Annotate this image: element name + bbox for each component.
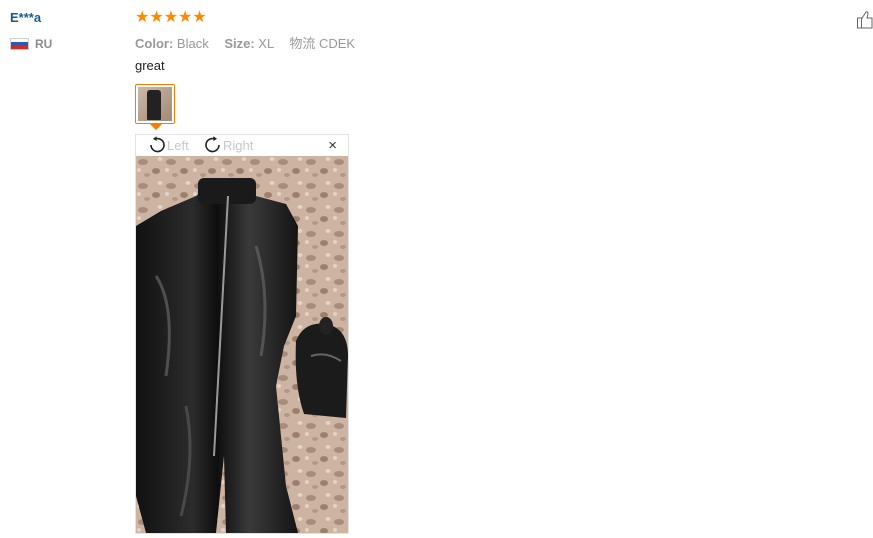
star-icon: ★: [163, 9, 179, 26]
review-photo-thumbnail[interactable]: [135, 84, 175, 124]
rotate-left-label: Left: [167, 137, 189, 153]
reviewer-country: RU: [10, 37, 52, 51]
rotate-right-button[interactable]: Right: [203, 136, 253, 154]
star-icon: ★: [149, 9, 164, 26]
rotate-left-icon: [150, 136, 165, 153]
review-photo-image: [136, 156, 348, 533]
photo-viewer-toolbar: Left Right ×: [136, 135, 348, 156]
star-icon: ★: [135, 9, 150, 26]
order-attributes: Color: Black Size: XL 物流 CDEK: [135, 33, 367, 52]
color-value: Black: [176, 36, 209, 51]
rating-stars: ★ ★ ★ ★ ★: [135, 9, 207, 26]
shipping-value: CDEK: [318, 36, 356, 51]
color-label: Color:: [135, 36, 174, 51]
rotate-right-label: Right: [223, 137, 254, 153]
photo-viewer: Left Right ×: [135, 134, 349, 534]
country-code: RU: [35, 37, 53, 51]
shipping-label: 物流: [289, 36, 316, 51]
like-icon[interactable]: [857, 10, 873, 29]
star-icon: ★: [192, 9, 207, 26]
review-photo: [136, 156, 348, 533]
rotate-right-icon: [205, 136, 220, 153]
rotate-left-button[interactable]: Left: [147, 136, 189, 154]
thumbnail-pointer: [150, 124, 162, 130]
size-label: Size:: [224, 36, 255, 51]
thumbnail-image: [138, 87, 172, 121]
reviewer-name[interactable]: E***a: [10, 10, 41, 25]
star-icon: ★: [178, 9, 193, 26]
russia-flag-icon: [10, 38, 29, 50]
feedback-text: great: [135, 58, 165, 73]
close-icon[interactable]: ×: [328, 137, 337, 154]
size-value: XL: [258, 36, 274, 51]
